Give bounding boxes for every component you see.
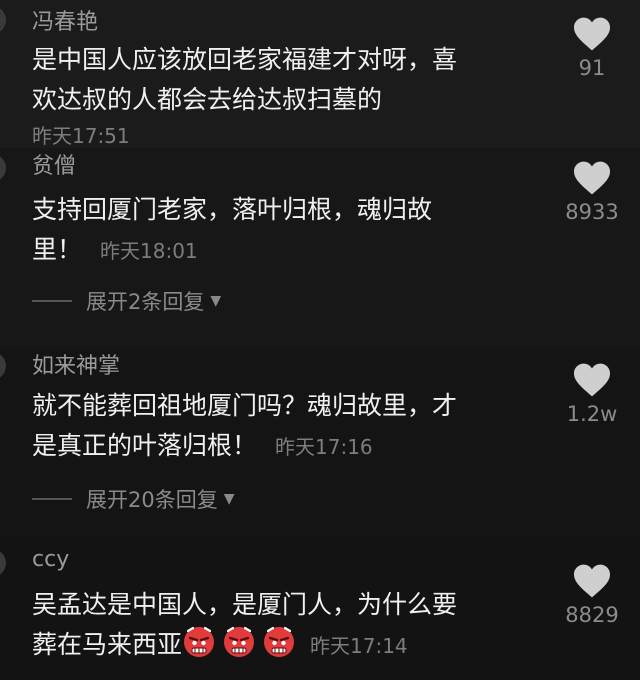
like-button[interactable]: 8829 [544, 563, 640, 627]
heart-icon [574, 17, 610, 51]
comment-time: 昨天17:14 [310, 634, 408, 658]
avatar[interactable] [0, 549, 6, 577]
expand-replies-button[interactable]: 展开20条回复 ▼ [32, 484, 235, 514]
comment-text-line: 吴孟达是中国人，是厦门人，为什么要 [32, 590, 458, 619]
like-count: 91 [578, 56, 606, 80]
avatar[interactable] [0, 6, 6, 34]
avatar[interactable] [0, 154, 6, 182]
comment-item[interactable]: 如来神掌 就不能葬回祖地厦门吗？魂归故里，才 是真正的叶落归根！ 昨天17:16 … [0, 348, 640, 543]
emoji-group [182, 626, 302, 659]
comment-text-line: 葬在马来西亚 昨天17:14 [32, 625, 552, 666]
heart-icon [574, 161, 610, 195]
comment-text-line: 支持回厦门老家，落叶归根，魂归故 [32, 195, 433, 224]
expand-replies-label: 展开2条回复 [86, 290, 205, 314]
like-count: 8933 [565, 200, 619, 224]
comment-username[interactable]: 贫僧 [32, 148, 76, 180]
comment-item[interactable]: 冯春艳 是中国人应该放回老家福建才对呀，喜 欢达叔的人都会去给达叔扫墓的 昨天1… [0, 0, 640, 148]
comment-time: 昨天17:16 [275, 435, 373, 459]
heart-icon [574, 564, 610, 598]
comment-time: 昨天17:51 [32, 124, 130, 148]
angry-face-emoji [224, 626, 255, 657]
comment-text-line: 是真正的叶落归根！ 昨天17:16 [32, 431, 373, 460]
like-button[interactable]: 8933 [544, 160, 640, 224]
angry-face-emoji [184, 626, 215, 657]
comment-text: 就不能葬回祖地厦门吗？魂归故里，才 是真正的叶落归根！ 昨天17:16 [32, 386, 552, 467]
like-button[interactable]: 91 [544, 16, 640, 80]
comment-text-line: 是中国人应该放回老家福建才对呀，喜 [32, 45, 458, 74]
comment-text-line: 欢达叔的人都会去给达叔扫墓的 [32, 85, 383, 114]
comment-item[interactable]: ccy 吴孟达是中国人，是厦门人，为什么要 葬在马来西亚 昨天17:14 8829 [0, 543, 640, 680]
expand-replies-label: 展开20条回复 [86, 488, 218, 512]
avatar[interactable] [0, 352, 6, 380]
comment-username[interactable]: 冯春艳 [32, 4, 98, 36]
like-count: 8829 [565, 603, 619, 627]
expand-replies-button[interactable]: 展开2条回复 ▼ [32, 286, 221, 316]
divider [32, 498, 72, 500]
comment-text-line: 就不能葬回祖地厦门吗？魂归故里，才 [32, 391, 458, 420]
comment-time: 昨天18:01 [100, 239, 198, 263]
angry-face-emoji [264, 626, 295, 657]
comment-text-line: 里！ 昨天18:01 [32, 235, 198, 264]
caret-down-icon: ▼ [223, 491, 235, 507]
like-count: 1.2w [566, 402, 618, 426]
divider [32, 300, 72, 302]
heart-icon [574, 363, 610, 397]
like-button[interactable]: 1.2w [544, 362, 640, 426]
comment-username[interactable]: ccy [32, 547, 69, 572]
comment-text: 是中国人应该放回老家福建才对呀，喜 欢达叔的人都会去给达叔扫墓的 [32, 40, 552, 120]
comment-text: 支持回厦门老家，落叶归根，魂归故 里！ 昨天18:01 [32, 190, 552, 271]
comment-item[interactable]: 贫僧 支持回厦门老家，落叶归根，魂归故 里！ 昨天18:01 展开2条回复 ▼ 8… [0, 148, 640, 348]
comment-username[interactable]: 如来神掌 [32, 348, 120, 380]
comment-text: 吴孟达是中国人，是厦门人，为什么要 葬在马来西亚 昨天17:14 [32, 585, 552, 666]
caret-down-icon: ▼ [210, 293, 222, 309]
